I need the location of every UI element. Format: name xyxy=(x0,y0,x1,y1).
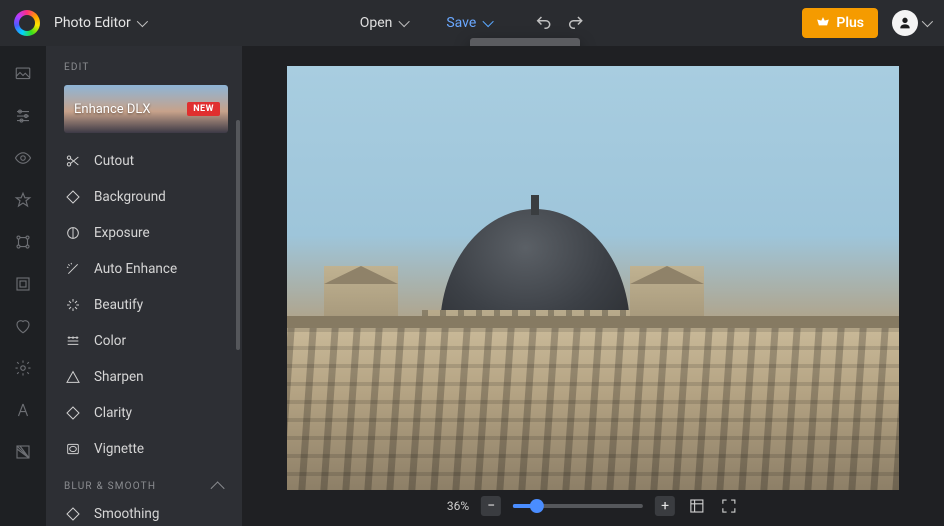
open-label: Open xyxy=(360,15,393,31)
sidebar: EDIT Enhance DLX NEW Cutout Background E… xyxy=(46,46,242,526)
chevron-up-icon xyxy=(211,481,225,495)
tool-auto-enhance[interactable]: Auto Enhance xyxy=(46,251,242,287)
promo-enhance-dlx[interactable]: Enhance DLX NEW xyxy=(64,85,228,133)
rail-gear-icon[interactable] xyxy=(13,358,33,378)
zoom-bar: 36% − + xyxy=(441,492,745,520)
rail-eye-icon[interactable] xyxy=(13,148,33,168)
rail-heart-icon[interactable] xyxy=(13,316,33,336)
promo-label: Enhance DLX xyxy=(74,102,151,117)
promo-badge-new: NEW xyxy=(187,102,220,116)
tool-sharpen[interactable]: Sharpen xyxy=(46,359,242,395)
redo-button[interactable] xyxy=(566,14,584,32)
triangle-icon xyxy=(64,368,82,386)
exposure-icon xyxy=(64,224,82,242)
tool-vignette[interactable]: Vignette xyxy=(46,431,242,467)
tool-exposure[interactable]: Exposure xyxy=(46,215,242,251)
chevron-down-icon xyxy=(482,16,493,27)
tool-background[interactable]: Background xyxy=(46,179,242,215)
rail-star-icon[interactable] xyxy=(13,190,33,210)
tool-clarity[interactable]: Clarity xyxy=(46,395,242,431)
tool-cutout[interactable]: Cutout xyxy=(46,143,242,179)
undo-button[interactable] xyxy=(534,14,552,32)
section-edit-label: EDIT xyxy=(46,46,242,79)
account-menu[interactable] xyxy=(892,10,930,36)
tool-smoothing[interactable]: Smoothing xyxy=(46,496,242,526)
section-blur-label: BLUR & SMOOTH xyxy=(64,481,156,492)
fit-screen-button[interactable] xyxy=(687,496,707,516)
top-center-menus: Open Save xyxy=(360,14,585,32)
plus-upgrade-button[interactable]: Plus xyxy=(802,8,878,38)
app-title-dropdown[interactable]: Photo Editor xyxy=(54,15,145,31)
rail-nodes-icon[interactable] xyxy=(13,232,33,252)
diamond-icon xyxy=(64,505,82,523)
diamond-outline-icon xyxy=(64,404,82,422)
zoom-slider-thumb[interactable] xyxy=(530,499,544,513)
sparkle-icon xyxy=(64,296,82,314)
top-right-group: Plus xyxy=(802,8,930,38)
save-label: Save xyxy=(446,15,476,31)
app-logo[interactable] xyxy=(14,10,40,36)
canvas-area: 36% − + xyxy=(242,46,944,526)
rail-image-icon[interactable] xyxy=(13,64,33,84)
crown-icon xyxy=(816,16,830,30)
scissors-icon xyxy=(64,152,82,170)
app-title-label: Photo Editor xyxy=(54,15,131,31)
photo-content xyxy=(287,210,899,490)
chevron-down-icon xyxy=(922,16,933,27)
vignette-icon xyxy=(64,440,82,458)
zoom-in-button[interactable]: + xyxy=(655,496,675,516)
section-blur-header[interactable]: BLUR & SMOOTH xyxy=(46,467,242,496)
rail-frame-icon[interactable] xyxy=(13,274,33,294)
chevron-down-icon xyxy=(136,16,147,27)
zoom-percent-label: 36% xyxy=(447,499,469,513)
diamond-icon xyxy=(64,188,82,206)
save-menu-button[interactable]: Save xyxy=(446,15,490,31)
sidebar-scrollbar[interactable] xyxy=(236,120,240,350)
color-icon xyxy=(64,332,82,350)
photo-canvas[interactable] xyxy=(287,66,899,490)
main-body: EDIT Enhance DLX NEW Cutout Background E… xyxy=(0,46,944,526)
avatar xyxy=(892,10,918,36)
rail-text-icon[interactable] xyxy=(13,400,33,420)
left-rail xyxy=(0,46,46,526)
undo-redo-group xyxy=(534,14,584,32)
plus-label: Plus xyxy=(836,15,864,31)
zoom-slider[interactable] xyxy=(513,504,643,508)
top-bar: Photo Editor Open Save Plus xyxy=(0,0,944,46)
wand-icon xyxy=(64,260,82,278)
chevron-down-icon xyxy=(398,16,409,27)
tool-beautify[interactable]: Beautify xyxy=(46,287,242,323)
rail-sliders-icon[interactable] xyxy=(13,106,33,126)
tool-color[interactable]: Color xyxy=(46,323,242,359)
zoom-out-button[interactable]: − xyxy=(481,496,501,516)
rail-texture-icon[interactable] xyxy=(13,442,33,462)
open-menu-button[interactable]: Open xyxy=(360,15,407,31)
fullscreen-button[interactable] xyxy=(719,496,739,516)
